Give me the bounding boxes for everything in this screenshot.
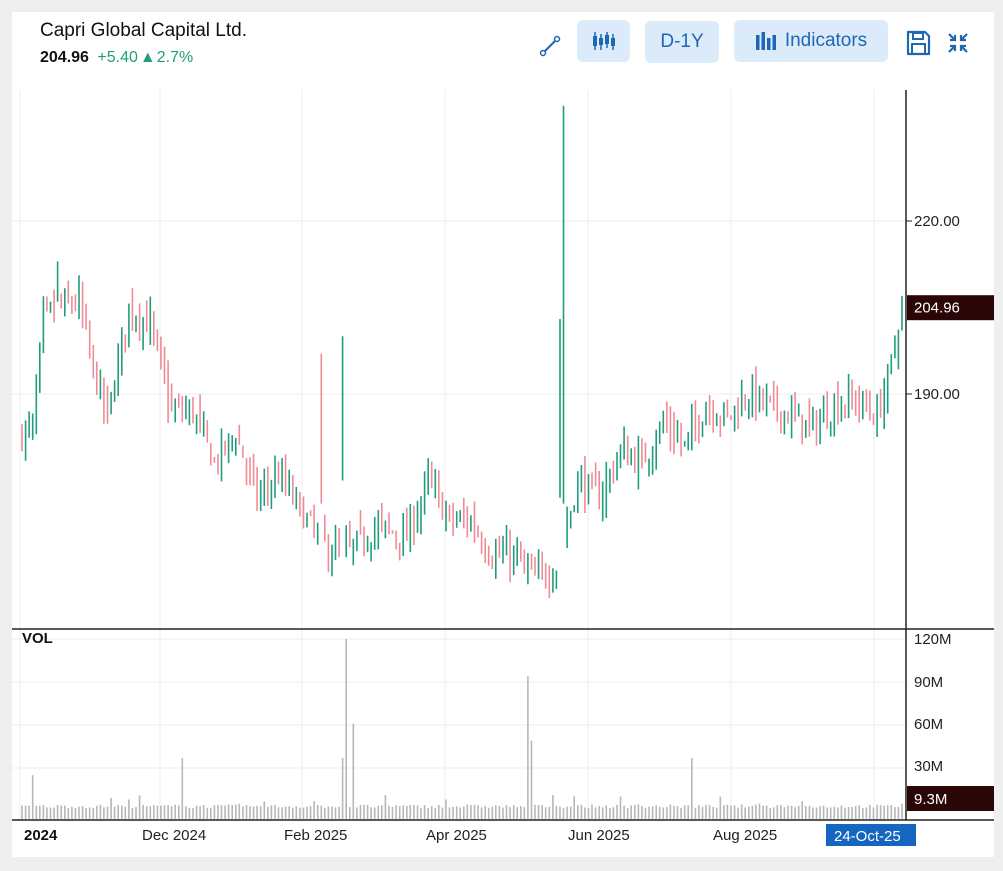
x-tick-label: Apr 2025 [426,827,487,844]
volume-title: VOL [22,630,53,647]
y-tick-label: 220.00 [914,213,960,230]
current-date-label: 24-Oct-25 [834,828,901,845]
grid-lines [12,90,906,820]
vol-tick-label: 90M [914,674,943,691]
y-tick-label: 190.00 [914,386,960,403]
vol-tick-label: 30M [914,758,943,775]
chart-canvas: 220.00 190.00 204.96 VOL 120M 90M 60M 30… [12,90,994,846]
volume-bars [21,639,903,819]
vol-tick-label: 60M [914,716,943,733]
last-price-tag: 204.96 [907,295,994,321]
x-tick-label: Aug 2025 [713,827,777,844]
price-bars [21,105,903,599]
x-tick-label: Dec 2024 [142,827,206,844]
x-tick-label: Feb 2025 [284,827,347,844]
x-tick-label: 2024 [24,827,58,844]
last-price-axis-label: 204.96 [914,300,960,317]
vol-tick-label: 120M [914,631,952,648]
x-tick-label: Jun 2025 [568,827,630,844]
last-volume-label: 9.3M [914,791,947,808]
